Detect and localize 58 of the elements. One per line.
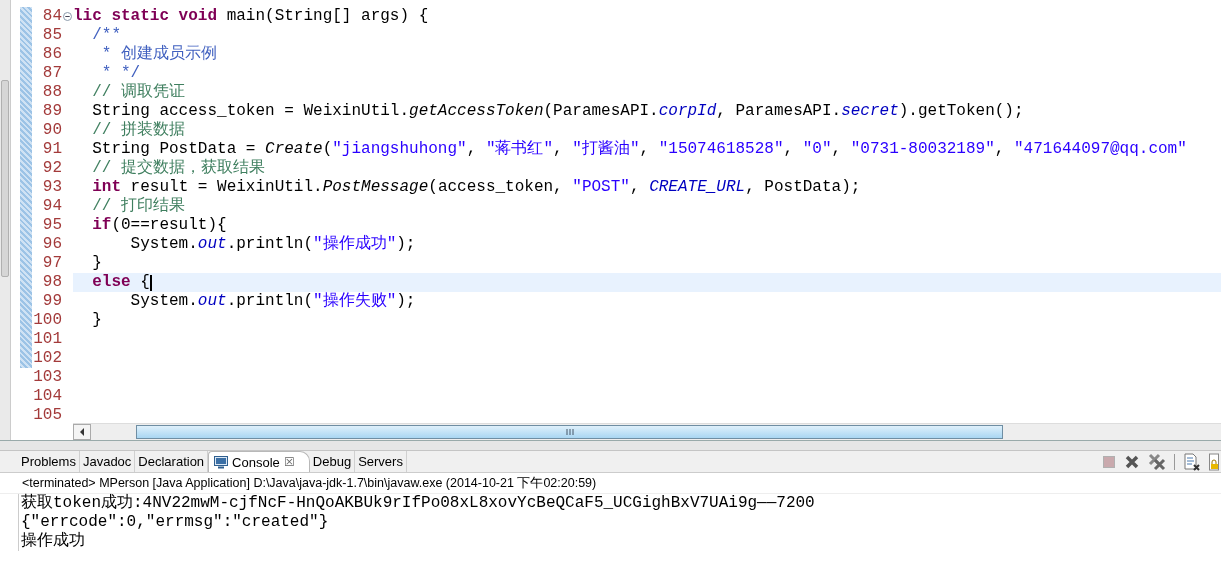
code-line: } xyxy=(91,311,102,330)
monitor-icon xyxy=(214,455,229,469)
lock-icon[interactable] xyxy=(1209,452,1219,471)
code-line: * */ xyxy=(100,64,141,83)
collapse-icon[interactable] xyxy=(63,11,72,21)
line-number: 90 xyxy=(42,121,62,140)
code-line: // 拼装数据 xyxy=(91,121,185,140)
code-line: int result = WeixinUtil.PostMessage(access_token, "POST", CREATE_URL, PostData); xyxy=(91,178,861,197)
code-line: /** xyxy=(91,26,121,45)
grip-icon xyxy=(565,429,574,435)
line-number: 94 xyxy=(42,197,62,216)
code-line: // 提交数据，获取结果 xyxy=(91,159,265,178)
line-number: 100 xyxy=(33,311,62,330)
line-number: 98 xyxy=(42,273,62,292)
line-number: 99 xyxy=(42,292,62,311)
code-line: } xyxy=(91,254,102,273)
code-line: // 打印结果 xyxy=(91,197,185,216)
vertical-scrollbar[interactable] xyxy=(0,0,11,440)
panel-tab[interactable]: Console ☒ xyxy=(208,451,310,472)
document-icon[interactable] xyxy=(1183,452,1201,471)
text-cursor xyxy=(149,274,152,291)
line-number: 103 xyxy=(33,368,62,387)
line-number: 93 xyxy=(42,178,62,197)
remove-icon[interactable] xyxy=(1124,453,1140,470)
close-button[interactable]: ☒ xyxy=(283,455,295,469)
code-line: if(0==result){ xyxy=(91,216,227,235)
code-line: * 创建成员示例 xyxy=(100,45,217,64)
line-number: 104 xyxy=(33,387,62,406)
console-output-line: {"errcode":0,"errmsg":"created"} xyxy=(21,513,330,532)
line-number: 88 xyxy=(42,83,62,102)
console-description: <terminated> MPerson [Java Application] D:\Java\java-jdk-1.7\bin\javaw.exe (2014-10-21 下午02:20:59) xyxy=(0,473,1221,494)
code-line: else { xyxy=(91,273,150,292)
code-line: // 调取凭证 xyxy=(91,83,185,102)
code-line: System.out.println("操作成功"); xyxy=(129,235,416,254)
line-number: 84 xyxy=(42,7,62,26)
code-line: System.out.println("操作失败"); xyxy=(129,292,416,311)
horizontal-scrollbar[interactable] xyxy=(73,423,1221,440)
code-editor[interactable] xyxy=(0,0,1221,441)
line-number: 95 xyxy=(42,216,62,235)
panel-tab[interactable]: Servers xyxy=(355,451,407,472)
code-line: String access_token = WeixinUtil.getAccessToken(ParamesAPI.corpId, ParamesAPI.secret).getToken(); xyxy=(91,102,1024,121)
remove-all-icon[interactable] xyxy=(1148,452,1166,471)
line-number: 87 xyxy=(42,64,62,83)
line-number: 86 xyxy=(42,45,62,64)
line-number: 97 xyxy=(42,254,62,273)
line-number: 101 xyxy=(33,330,62,349)
line-number: 105 xyxy=(33,406,62,423)
line-number: 91 xyxy=(42,140,62,159)
line-number: 92 xyxy=(42,159,62,178)
line-number: 102 xyxy=(33,349,62,368)
console-output-line: 操作成功 xyxy=(21,532,86,551)
line-number: 96 xyxy=(42,235,62,254)
console-output-line: 获取token成功:4NV22mwM-cjfNcF-HnQoAKBUk9rIfPo08xL8xovYcBeQCaF5_UCGighBxV7UAi9g——7200 xyxy=(21,494,816,513)
left-arrow-icon[interactable] xyxy=(79,428,85,436)
line-number: 85 xyxy=(42,26,62,45)
code-line: String PostData = Create("jiangshuhong", "蒋书红", "打酱油", "15074618528", "0", "0731-80032189", "471644097@qq.com" xyxy=(91,140,1187,158)
code-line: lic static void main(String[] args) { xyxy=(73,7,429,26)
line-number: 89 xyxy=(42,102,62,121)
